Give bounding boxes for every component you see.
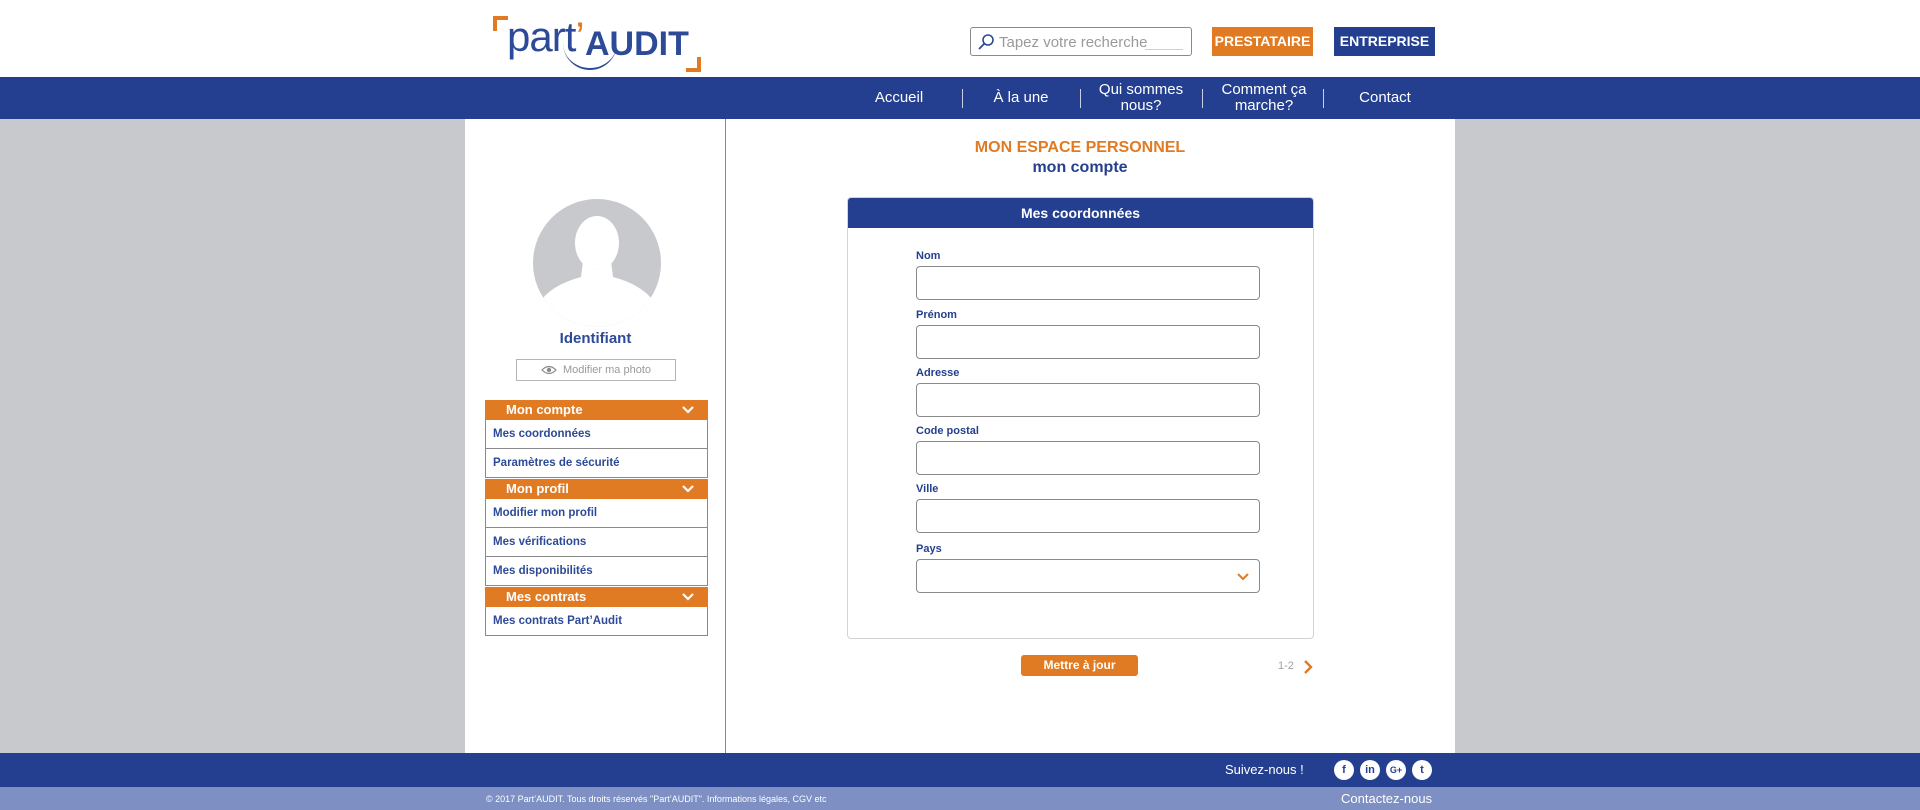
menu-section-mon-compte: Mon compte Mes coordonnées Paramètres de… [485, 400, 708, 478]
sidebar: Identifiant Modifier ma photo Mon compte… [465, 119, 726, 753]
footer-bottom: © 2017 Part’AUDIT. Tous droits réservés … [0, 787, 1920, 810]
menu-header-label: Mon compte [506, 402, 583, 417]
pagination-label: 1-2 [1278, 660, 1294, 672]
search-placeholder: Tapez votre recherche [999, 34, 1148, 51]
nom-label: Nom [916, 250, 941, 262]
nav-item-qui-sommes-nous[interactable]: Qui sommes nous? [1094, 77, 1188, 119]
page-title: MON ESPACE PERSONNEL [974, 139, 1186, 156]
code-postal-label: Code postal [916, 425, 979, 437]
page-subtitle: mon compte [1032, 159, 1128, 176]
menu-header-label: Mes contrats [506, 589, 587, 604]
sidebar-item-mes-contrats-partaudit[interactable]: Mes contrats Part’Audit [485, 607, 708, 636]
adresse-label: Adresse [916, 367, 960, 379]
nav-separator [1202, 89, 1203, 108]
menu-section-mes-contrats: Mes contrats Mes contrats Part’Audit [485, 587, 708, 636]
nom-field[interactable] [916, 266, 1260, 300]
chevron-down-icon [682, 485, 694, 493]
menu-section-mon-profil: Mon profil Modifier mon profil Mes vérif… [485, 479, 708, 586]
header: part’ AUDIT Tapez votre recherche PRESTA… [0, 0, 1920, 77]
sidebar-item-mes-coordonnees[interactable]: Mes coordonnées [485, 420, 708, 449]
linkedin-icon[interactable]: in [1360, 760, 1380, 780]
logo-part-text: part’ [507, 13, 585, 60]
follow-label: Suivez-nous ! [1225, 762, 1304, 777]
code-postal-field[interactable] [916, 441, 1260, 475]
nav-separator [1323, 89, 1324, 108]
modify-photo-label: Modifier ma photo [562, 364, 652, 376]
search-cursor-line [1145, 49, 1183, 50]
twitter-icon[interactable]: t [1412, 760, 1432, 780]
sidebar-item-modifier-profil[interactable]: Modifier mon profil [485, 499, 708, 528]
partaudit-logo[interactable]: part’ AUDIT [493, 16, 701, 72]
username-label: Identifiant [559, 330, 632, 347]
logo-audit-text: AUDIT [585, 25, 689, 63]
main-nav: Accueil À la une Qui sommes nous? Commen… [0, 77, 1920, 119]
chevron-down-icon [1237, 573, 1249, 581]
content-area: Identifiant Modifier ma photo Mon compte… [465, 119, 1455, 753]
pays-select[interactable] [916, 559, 1260, 593]
contact-link[interactable]: Contactez-nous [1341, 791, 1432, 806]
facebook-icon[interactable]: f [1334, 760, 1354, 780]
google-plus-icon[interactable]: G+ [1386, 760, 1406, 780]
nav-separator [962, 89, 963, 108]
modify-photo-button[interactable]: Modifier ma photo [516, 359, 676, 381]
chevron-down-icon [682, 406, 694, 414]
ville-label: Ville [916, 483, 939, 495]
eye-icon [541, 365, 557, 375]
menu-header-mon-compte[interactable]: Mon compte [485, 400, 708, 420]
chevron-down-icon [682, 593, 694, 601]
main-panel: MON ESPACE PERSONNEL mon compte Mes coor… [727, 119, 1455, 753]
adresse-field[interactable] [916, 383, 1260, 417]
sidebar-item-parametres-securite[interactable]: Paramètres de sécurité [485, 449, 708, 478]
entreprise-button[interactable]: ENTREPRISE [1334, 27, 1435, 56]
pays-label: Pays [916, 543, 942, 555]
user-silhouette-icon [539, 216, 655, 327]
search-icon [978, 34, 994, 50]
nav-item-comment-ca-marche[interactable]: Comment ça marche? [1216, 77, 1312, 119]
footer-bar: Suivez-nous ! f in G+ t [0, 753, 1920, 787]
menu-header-mes-contrats[interactable]: Mes contrats [485, 587, 708, 607]
sidebar-item-mes-verifications[interactable]: Mes vérifications [485, 528, 708, 557]
nav-item-a-la-une[interactable]: À la une [980, 77, 1062, 119]
nav-item-accueil[interactable]: Accueil [858, 77, 940, 119]
copyright-text: © 2017 Part’AUDIT. Tous droits réservés … [486, 794, 827, 804]
menu-header-label: Mon profil [506, 481, 569, 496]
search-input[interactable]: Tapez votre recherche [970, 27, 1192, 56]
chevron-right-icon[interactable] [1303, 660, 1313, 674]
menu-header-mon-profil[interactable]: Mon profil [485, 479, 708, 499]
prestataire-button[interactable]: PRESTATAIRE [1212, 27, 1313, 56]
coordonnees-card: Mes coordonnées Nom Prénom Adresse Code … [847, 197, 1314, 639]
sidebar-item-mes-disponibilites[interactable]: Mes disponibilités [485, 557, 708, 586]
nav-separator [1080, 89, 1081, 108]
prenom-field[interactable] [916, 325, 1260, 359]
update-button[interactable]: Mettre à jour [1021, 655, 1138, 676]
prenom-label: Prénom [916, 309, 957, 321]
logo-bracket-top-left [493, 16, 508, 31]
ville-field[interactable] [916, 499, 1260, 533]
avatar[interactable] [533, 199, 661, 327]
nav-item-contact[interactable]: Contact [1345, 77, 1425, 119]
card-title: Mes coordonnées [848, 198, 1313, 228]
